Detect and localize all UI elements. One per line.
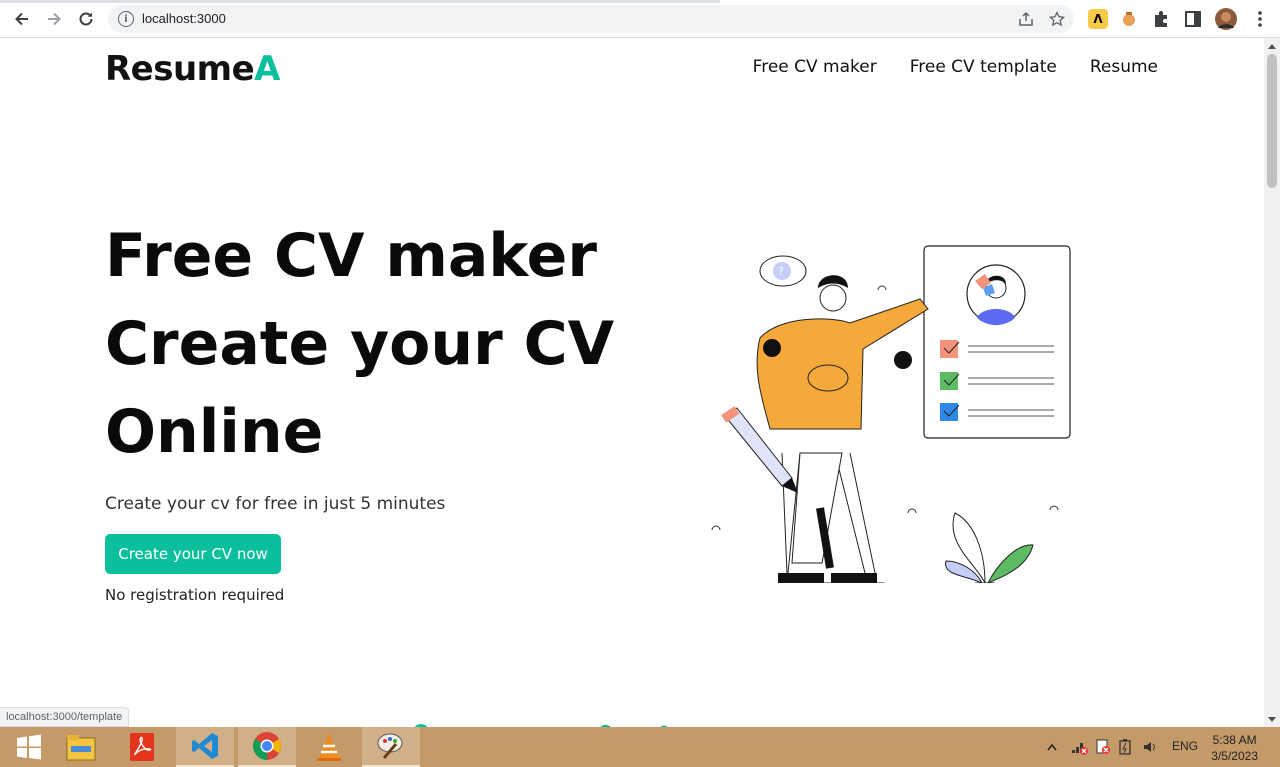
top-navigation: Free CV maker Free CV template Resume — [753, 57, 1158, 77]
person-resume-illustration: ? — [711, 245, 1071, 583]
link-preview-status: localhost:3000/template — [0, 707, 130, 727]
hero-title-line: Free CV maker — [105, 221, 597, 291]
web-page: ResumeA Free CV maker Free CV template R… — [0, 38, 1264, 727]
nav-free-cv-template[interactable]: Free CV template — [910, 57, 1057, 77]
volume-icon[interactable] — [1142, 739, 1158, 755]
taskbar-vlc[interactable] — [300, 727, 358, 767]
svg-text:?: ? — [778, 265, 784, 278]
back-button[interactable] — [10, 7, 34, 31]
security-alert-icon[interactable] — [1095, 739, 1111, 755]
windows-taskbar: ENG 5:38 AM 3/5/2023 — [0, 727, 1280, 767]
address-url[interactable]: localhost:3000 — [142, 11, 226, 26]
vscode-icon — [192, 733, 218, 759]
hero-title-line: Create your CV — [105, 309, 615, 379]
taskbar-vscode[interactable] — [176, 727, 234, 767]
menu-kebab-icon[interactable] — [1250, 9, 1270, 29]
paint-icon — [377, 733, 403, 759]
forward-button[interactable] — [42, 7, 66, 31]
clock-date: 3/5/2023 — [1211, 749, 1258, 763]
vlc-icon — [317, 733, 341, 761]
loading-indicator — [0, 0, 720, 3]
input-language[interactable]: ENG — [1172, 739, 1198, 753]
person-figure-icon — [756, 275, 929, 583]
network-disconnected-icon[interactable] — [1070, 739, 1088, 755]
bookmark-star-icon[interactable] — [1049, 11, 1065, 27]
system-clock[interactable]: 5:38 AM 3/5/2023 — [1211, 732, 1258, 764]
no-registration-note: No registration required — [105, 586, 285, 604]
battery-charging-icon[interactable] — [1118, 739, 1132, 755]
nav-free-cv-maker[interactable]: Free CV maker — [753, 57, 877, 77]
hero-title: Free CV maker Create your CV Online — [105, 212, 665, 476]
taskbar-chrome[interactable] — [238, 727, 296, 767]
reload-button[interactable] — [74, 7, 98, 31]
forward-arrow-icon — [48, 12, 61, 26]
hero-subtitle: Create your cv for free in just 5 minute… — [105, 494, 446, 514]
clock-time: 5:38 AM — [1212, 733, 1257, 747]
reload-icon — [79, 12, 93, 26]
scrollbar-thumb[interactable] — [1267, 54, 1277, 188]
share-icon[interactable] — [1018, 11, 1034, 27]
file-explorer-icon — [66, 735, 96, 761]
start-button[interactable] — [0, 727, 58, 767]
side-panel-icon[interactable] — [1183, 9, 1203, 29]
back-arrow-icon — [15, 12, 28, 26]
site-info-icon[interactable]: i — [118, 11, 134, 27]
extension-yellow-icon[interactable]: Λ — [1088, 9, 1108, 29]
taskbar-paint[interactable] — [362, 727, 420, 767]
tray-overflow-icon[interactable] — [1047, 743, 1057, 751]
profile-avatar-icon[interactable] — [1215, 8, 1237, 30]
extension-pot-icon[interactable] — [1119, 9, 1139, 29]
scroll-up-icon[interactable] — [1268, 44, 1276, 49]
logo-accent-letter: A — [254, 49, 280, 89]
page-scrollbar[interactable] — [1264, 38, 1280, 727]
hero-title-line: Online — [105, 397, 324, 467]
create-cv-button[interactable]: Create your CV now — [105, 534, 281, 574]
taskbar-file-explorer[interactable] — [52, 727, 110, 767]
extensions-puzzle-icon[interactable] — [1151, 9, 1171, 29]
nav-resume[interactable]: Resume — [1090, 57, 1158, 77]
browser-toolbar: i localhost:3000 Λ — [0, 0, 1280, 38]
site-logo[interactable]: ResumeA — [105, 49, 280, 89]
resume-document-icon — [923, 245, 1071, 439]
start-icon — [17, 734, 41, 760]
chrome-icon — [253, 732, 281, 760]
plant-icon — [945, 512, 1034, 583]
scroll-down-icon[interactable] — [1268, 717, 1276, 722]
taskbar-acrobat[interactable] — [113, 727, 171, 767]
acrobat-icon — [130, 733, 154, 761]
logo-text: Resume — [105, 49, 255, 89]
address-bar[interactable]: i localhost:3000 — [108, 5, 1074, 33]
speech-bubble-icon: ? — [759, 255, 807, 287]
